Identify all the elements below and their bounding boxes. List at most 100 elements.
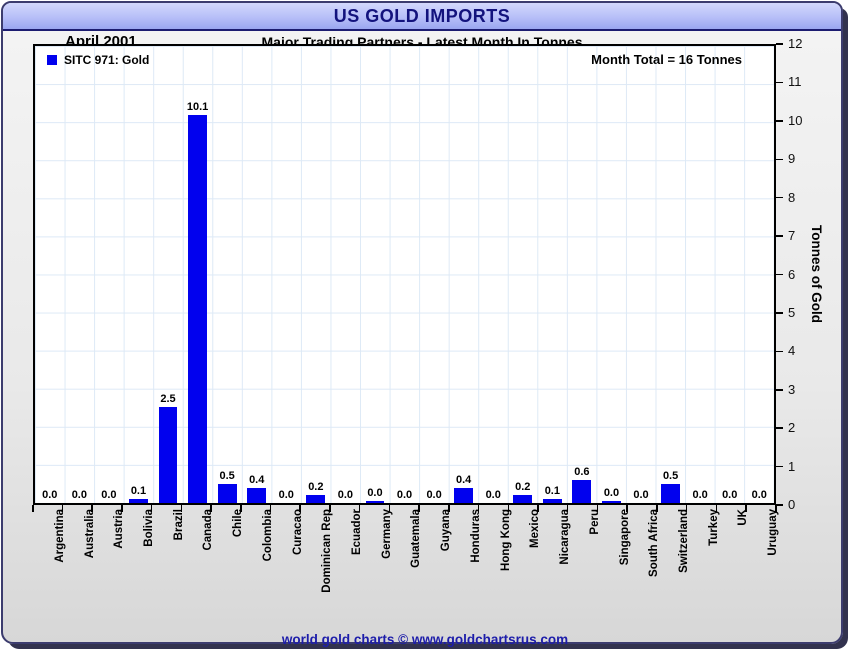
- y-tick-label: 4: [788, 344, 795, 358]
- y-tick-label: 5: [788, 306, 795, 320]
- bar-value-label: 0.0: [486, 489, 501, 503]
- x-label-cell: Honduras: [449, 509, 479, 614]
- y-tick-mark: [776, 504, 783, 506]
- y-tick-mark: [776, 159, 783, 161]
- bar-value-label: 0.0: [101, 489, 116, 503]
- x-label-cell: Colombia: [241, 509, 271, 614]
- bar-slot: 0.5: [212, 46, 242, 503]
- bar-slot: 0.0: [360, 46, 390, 503]
- x-label-cell: Nicaragua: [538, 509, 568, 614]
- bar-value-label: 0.0: [693, 489, 708, 503]
- x-label-cell: Switzerland: [657, 509, 687, 614]
- bar-dominican-rep: [306, 495, 325, 503]
- y-tick-mark: [776, 389, 783, 391]
- bar-slot: 0.0: [331, 46, 361, 503]
- bar-slot: 0.0: [597, 46, 627, 503]
- bar-slot: 0.0: [745, 46, 775, 503]
- y-tick-mark: [776, 197, 783, 199]
- x-label-cell: Germany: [360, 509, 390, 614]
- x-label-cell: Uruguay: [746, 509, 776, 614]
- bar-slot: 0.5: [656, 46, 686, 503]
- y-tick-mark: [776, 427, 783, 429]
- bar-slot: 2.5: [153, 46, 183, 503]
- y-tick-mark: [776, 274, 783, 276]
- bars-row: 0.0 0.0 0.0 0.1 2.5 10.1 0.5 0.4 0.0 0.2 0.0 0.0 0.0…: [35, 46, 774, 503]
- bar-switzerland: [661, 484, 680, 503]
- bar-singapore: [602, 501, 621, 503]
- bar-value-label: 0.0: [426, 489, 441, 503]
- bar-mexico: [513, 495, 532, 503]
- x-label-cell: Curacao: [271, 509, 301, 614]
- x-label-cell: Mexico: [509, 509, 539, 614]
- x-axis-label: Uruguay: [767, 509, 779, 556]
- bar-peru: [572, 480, 591, 503]
- y-tick-label: 1: [788, 460, 795, 474]
- bar-value-label: 0.0: [604, 487, 619, 501]
- bar-slot: 0.0: [272, 46, 302, 503]
- gold-imports-chart-window: US GOLD IMPORTS April 2001 Major Trading…: [0, 0, 850, 650]
- bar-slot: 0.0: [715, 46, 745, 503]
- bar-value-label: 0.0: [633, 489, 648, 503]
- bar-value-label: 0.1: [545, 485, 560, 499]
- y-tick-mark: [776, 43, 783, 45]
- y-tick-label: 9: [788, 152, 795, 166]
- bar-value-label: 0.0: [72, 489, 87, 503]
- bar-value-label: 0.5: [663, 470, 678, 484]
- bar-value-label: 0.4: [456, 474, 471, 488]
- plot-area: 0.0 0.0 0.0 0.1 2.5 10.1 0.5 0.4 0.0 0.2 0.0 0.0 0.0…: [33, 44, 776, 505]
- x-label-cell: Guatemala: [390, 509, 420, 614]
- bar-value-label: 0.0: [279, 489, 294, 503]
- y-tick-mark: [776, 466, 783, 468]
- x-label-cell: Austria: [92, 509, 122, 614]
- bar-value-label: 0.6: [574, 466, 589, 480]
- x-label-cell: Bolivia: [122, 509, 152, 614]
- bar-value-label: 0.2: [308, 481, 323, 495]
- bar-slot: 0.2: [508, 46, 538, 503]
- bar-value-label: 0.0: [367, 487, 382, 501]
- bar-slot: 0.4: [449, 46, 479, 503]
- bar-value-label: 0.0: [752, 489, 767, 503]
- bar-slot: 0.1: [124, 46, 154, 503]
- bar-value-label: 0.0: [42, 489, 57, 503]
- y-tick-label: 12: [788, 37, 802, 51]
- y-tick-mark: [776, 120, 783, 122]
- y-tick-mark: [776, 82, 783, 84]
- x-label-cell: Brazil: [152, 509, 182, 614]
- x-label-cell: Chile: [211, 509, 241, 614]
- legend-swatch-icon: [47, 55, 57, 65]
- footer-credit: world gold charts © www.goldchartsrus.co…: [0, 632, 850, 647]
- bar-value-label: 0.0: [722, 489, 737, 503]
- legend: SITC 971: Gold: [47, 53, 149, 67]
- bar-value-label: 10.1: [187, 101, 208, 115]
- x-label-cell: Argentina: [33, 509, 63, 614]
- bar-slot: 0.0: [65, 46, 95, 503]
- x-label-cell: South Africa: [627, 509, 657, 614]
- y-tick-mark: [776, 312, 783, 314]
- bar-honduras: [454, 488, 473, 503]
- bar-value-label: 0.0: [338, 489, 353, 503]
- bar-value-label: 0.0: [397, 489, 412, 503]
- x-label-cell: Peru: [568, 509, 598, 614]
- bar-nicaragua: [543, 499, 562, 503]
- legend-label: SITC 971: Gold: [64, 53, 149, 67]
- y-tick-label: 3: [788, 383, 795, 397]
- x-label-cell: Australia: [63, 509, 93, 614]
- month-total-annotation: Month Total = 16 Tonnes: [591, 52, 742, 67]
- x-label-cell: Ecuador: [330, 509, 360, 614]
- y-tick-label: 10: [788, 114, 802, 128]
- bar-slot: 0.1: [538, 46, 568, 503]
- bar-brazil: [159, 407, 178, 503]
- y-tick-label: 8: [788, 191, 795, 205]
- y-tick-mark: [776, 351, 783, 353]
- bar-slot: 0.2: [301, 46, 331, 503]
- bar-value-label: 0.5: [220, 470, 235, 484]
- y-tick-label: 0: [788, 498, 795, 512]
- y-tick-label: 7: [788, 229, 795, 243]
- bar-value-label: 2.5: [160, 393, 175, 407]
- chart-header-band: US GOLD IMPORTS: [3, 3, 841, 31]
- bar-canada: [188, 115, 207, 503]
- y-axis-title: Tonnes of Gold: [809, 225, 824, 323]
- bar-slot: 0.0: [685, 46, 715, 503]
- bar-slot: 0.0: [35, 46, 65, 503]
- x-axis-labels: ArgentinaAustraliaAustriaBoliviaBrazilCa…: [33, 509, 776, 614]
